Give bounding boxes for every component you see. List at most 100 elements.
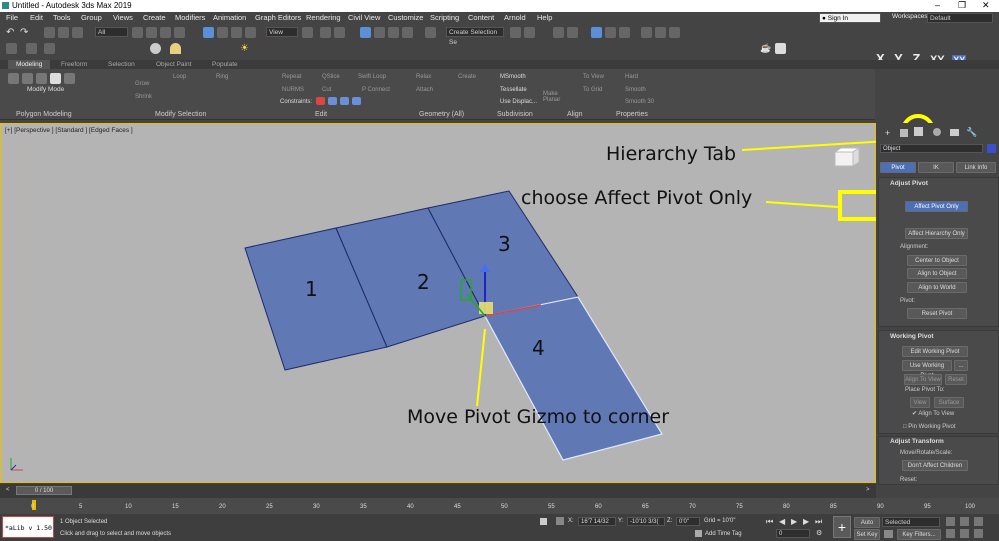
relax-button[interactable]: Relax — [416, 74, 431, 80]
goto-start-icon[interactable]: ⏮ — [766, 517, 773, 527]
next-frame-icon[interactable]: ▶ — [803, 517, 809, 526]
to-view-button[interactable]: To View — [583, 74, 604, 80]
repeat-button[interactable]: Repeat — [282, 74, 301, 80]
menu-file[interactable]: File — [6, 13, 18, 22]
toolbar-row2-icon-a[interactable] — [6, 43, 17, 54]
toolbar-row2-icon-c[interactable] — [44, 43, 55, 54]
affect-hierarchy-only-button[interactable]: Affect Hierarchy Only — [905, 228, 968, 239]
menu-civil-view[interactable]: Civil View — [348, 13, 380, 22]
select-manipulate-icon[interactable] — [320, 27, 331, 38]
pivot-center-icon[interactable] — [302, 27, 313, 38]
select-object-icon[interactable] — [132, 27, 143, 38]
to-grid-button[interactable]: To Grid — [583, 87, 602, 93]
lock-icon[interactable] — [540, 518, 547, 525]
pin-working-pivot-checkbox[interactable]: □ Pin Working Pivot — [903, 424, 956, 430]
tab-pivot[interactable]: Pivot — [880, 162, 916, 173]
p-connect-button[interactable]: P Connect — [362, 87, 390, 93]
section-align[interactable]: Align — [567, 111, 583, 118]
redo-icon[interactable]: ↷ — [20, 27, 31, 38]
material-editor-icon[interactable] — [619, 27, 630, 38]
reset-working-button[interactable]: Reset — [945, 374, 967, 385]
vertex-icon[interactable] — [8, 73, 19, 84]
align-to-view-button[interactable]: Align To View — [904, 374, 942, 385]
tab-link-info[interactable]: Link Info — [956, 162, 996, 173]
viewport-nav-icon-3[interactable] — [974, 517, 983, 526]
reference-coord-dropdown[interactable]: View — [266, 27, 298, 37]
perspective-viewport[interactable]: [+] [Perspective ] [Standard ] [Edged Fa… — [0, 123, 876, 483]
cut-button[interactable]: Cut — [322, 87, 331, 93]
toggle-scene-explorer-icon[interactable] — [553, 27, 564, 38]
smooth-button[interactable]: Smooth — [625, 87, 646, 93]
tab-freeform[interactable]: Freeform — [53, 60, 95, 69]
sphere-icon[interactable] — [150, 43, 161, 54]
key-mode-icon[interactable] — [884, 530, 893, 538]
menu-content[interactable]: Content — [468, 13, 494, 22]
edit-working-pivot-button[interactable]: Edit Working Pivot — [902, 346, 968, 357]
constraint-normal-icon[interactable] — [352, 97, 361, 105]
rendered-frame-icon[interactable] — [655, 27, 666, 38]
window-crossing-icon[interactable] — [174, 27, 185, 38]
time-slider-thumb[interactable]: 0 / 100 — [16, 486, 72, 495]
smooth30-button[interactable]: Smooth 30 — [625, 99, 654, 105]
working-pivot-header[interactable]: Working Pivot — [890, 333, 934, 340]
menu-help[interactable]: Help — [537, 13, 552, 22]
menu-modifiers[interactable]: Modifiers — [175, 13, 205, 22]
schematic-view-icon[interactable] — [605, 27, 616, 38]
section-properties[interactable]: Properties — [616, 111, 648, 118]
section-edit[interactable]: Edit — [315, 111, 327, 118]
keyboard-shortcut-icon[interactable] — [334, 27, 345, 38]
viewport-nav-icon-6[interactable] — [974, 529, 983, 538]
time-next-icon[interactable]: > — [866, 487, 870, 493]
tab-ik[interactable]: IK — [918, 162, 954, 173]
affect-pivot-only-button[interactable]: Affect Pivot Only — [905, 201, 968, 212]
goto-end-icon[interactable]: ⏭ — [815, 517, 822, 527]
selection-filter-dropdown[interactable]: All — [95, 27, 128, 37]
select-place-icon[interactable] — [245, 27, 256, 38]
menu-rendering[interactable]: Rendering — [306, 13, 341, 22]
polygon-icon[interactable] — [50, 73, 61, 84]
adjust-transform-header[interactable]: Adjust Transform — [890, 438, 944, 445]
use-working-pivot-button[interactable]: Use Working Pivot — [902, 360, 952, 379]
constraint-edge-icon[interactable] — [328, 97, 337, 105]
element-icon[interactable] — [64, 73, 75, 84]
current-frame-field[interactable]: 0 — [776, 529, 810, 538]
make-planar-button[interactable]: Make Planar — [543, 91, 563, 103]
time-config-icon[interactable]: ⚙ — [816, 529, 822, 537]
create-tab-icon[interactable]: + — [885, 128, 890, 138]
undo-icon[interactable]: ↶ — [6, 27, 17, 38]
attach-button[interactable]: Attach — [416, 87, 433, 93]
loop-button[interactable]: Loop — [173, 74, 186, 80]
mirror-icon[interactable] — [510, 27, 521, 38]
select-rotate-icon[interactable] — [217, 27, 228, 38]
viewport-nav-icon-2[interactable] — [960, 517, 969, 526]
minimize-icon[interactable]: – — [935, 0, 940, 10]
add-time-tag[interactable]: Add Time Tag — [705, 531, 742, 537]
time-tag-icon[interactable] — [695, 530, 702, 537]
object-name-field[interactable]: Object — [880, 144, 983, 153]
place-view-button[interactable]: View — [910, 397, 930, 408]
toolbar-row2-icon-b[interactable] — [26, 43, 37, 54]
edit-named-sets-icon[interactable] — [425, 27, 436, 38]
working-pivot-options-button[interactable]: ... — [954, 360, 968, 371]
modify-mode-label[interactable]: Modify Mode — [27, 86, 64, 93]
swift-loop-button[interactable]: Swift Loop — [358, 74, 386, 80]
section-geometry-all[interactable]: Geometry (All) — [419, 111, 464, 118]
motion-tab-icon[interactable] — [933, 128, 941, 136]
toggle-layer-explorer-icon[interactable] — [567, 27, 578, 38]
curve-editor-icon[interactable] — [591, 27, 602, 38]
viewport-nav-icon-4[interactable] — [946, 529, 955, 538]
select-move-icon[interactable] — [203, 27, 214, 38]
nurms-button[interactable]: NURMS — [282, 87, 304, 93]
adjust-pivot-header[interactable]: Adjust Pivot — [890, 180, 928, 187]
center-to-object-button[interactable]: Center to Object — [907, 255, 967, 266]
align-to-view-checkbox[interactable]: ✔ Align To View — [912, 410, 954, 417]
section-subdivision[interactable]: Subdivision — [497, 111, 533, 118]
workspace-dropdown[interactable]: Default — [927, 13, 993, 23]
auto-key-button[interactable]: Auto Key — [854, 517, 880, 536]
tab-modeling[interactable]: Modeling — [8, 60, 51, 69]
utilities-tab-icon[interactable]: 🔧 — [966, 127, 977, 138]
viewport-nav-icon-5[interactable] — [960, 529, 969, 538]
select-by-name-icon[interactable] — [146, 27, 157, 38]
close-icon[interactable]: ✕ — [982, 0, 990, 11]
msmooth-button[interactable]: MSmooth — [500, 74, 526, 80]
